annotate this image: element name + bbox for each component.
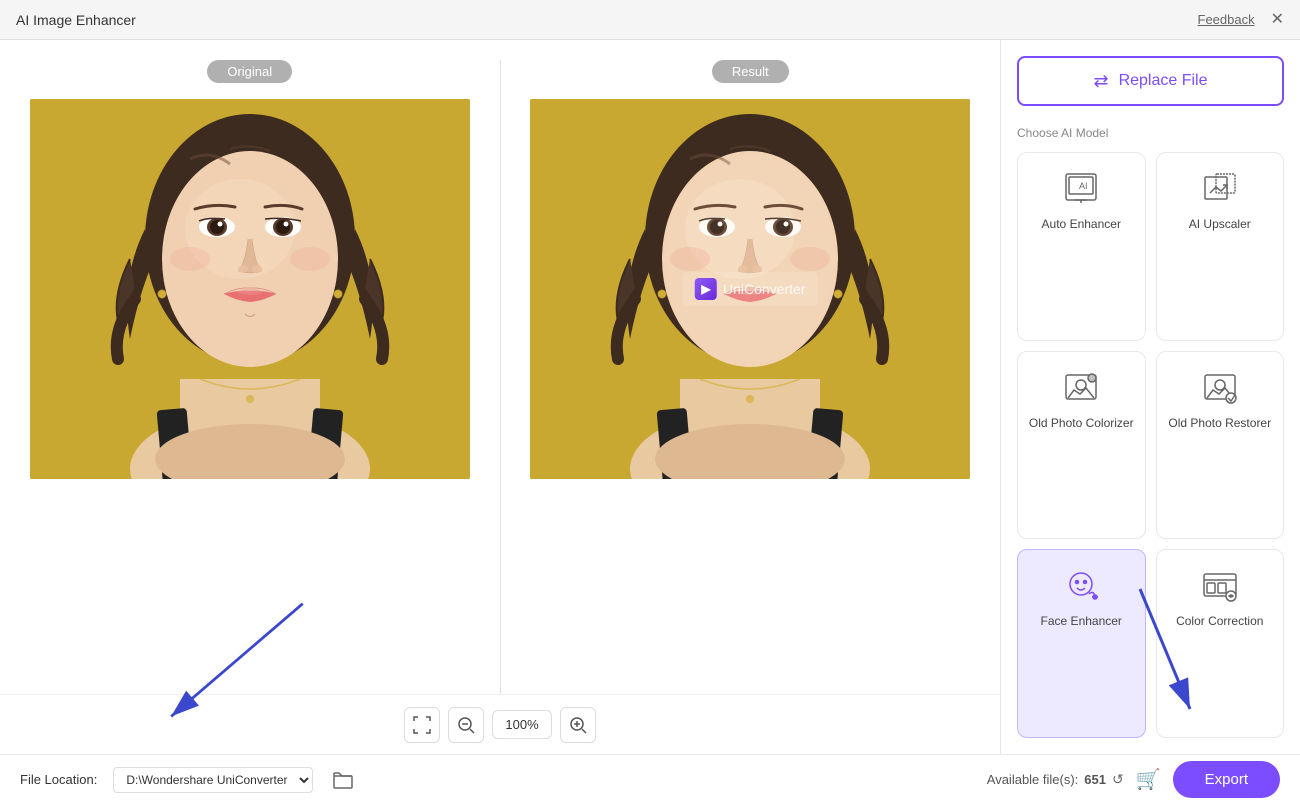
watermark-text: UniConverter xyxy=(723,281,805,297)
replace-icon: ⇄ xyxy=(1093,71,1108,92)
model-card-old-photo-restorer[interactable]: Old Photo Restorer xyxy=(1156,351,1285,540)
open-folder-button[interactable] xyxy=(329,766,357,794)
export-button[interactable]: Export xyxy=(1173,761,1280,798)
ai-upscaler-icon xyxy=(1200,169,1240,209)
main-content: Original xyxy=(0,40,1300,754)
image-panel: Original xyxy=(0,40,1000,754)
available-files-label: Available file(s): xyxy=(987,772,1079,787)
result-photo: ▶ UniConverter xyxy=(530,99,970,479)
zoom-level: 100% xyxy=(492,710,552,739)
original-side: Original xyxy=(0,40,500,694)
zoom-out-button[interactable] xyxy=(448,707,484,743)
svg-text:AI: AI xyxy=(1079,181,1088,191)
replace-file-button[interactable]: ⇄ Replace File xyxy=(1017,56,1284,106)
old-photo-colorizer-label: Old Photo Colorizer xyxy=(1029,416,1134,432)
result-photo-container: ▶ UniConverter xyxy=(530,99,970,479)
auto-enhancer-icon: AI xyxy=(1061,169,1101,209)
fit-screen-button[interactable] xyxy=(404,707,440,743)
model-card-ai-upscaler[interactable]: AI Upscaler xyxy=(1156,152,1285,341)
app-title: AI Image Enhancer xyxy=(16,12,136,28)
choose-model-label: Choose AI Model xyxy=(1017,126,1284,140)
close-button[interactable]: ✕ xyxy=(1271,12,1284,28)
bottom-bar-right: Available file(s): 651 ↺ 🛒 Export xyxy=(987,761,1280,798)
old-photo-colorizer-icon xyxy=(1061,368,1101,408)
image-comparison-area: Original xyxy=(0,40,1000,694)
old-photo-restorer-icon xyxy=(1200,368,1240,408)
file-location-select[interactable]: D:\Wondershare UniConverter 1 xyxy=(113,767,313,793)
refresh-icon[interactable]: ↺ xyxy=(1112,771,1124,788)
original-photo-container xyxy=(30,99,470,479)
feedback-link[interactable]: Feedback xyxy=(1198,12,1255,27)
bottom-section: File Location: D:\Wondershare UniConvert… xyxy=(0,754,1300,804)
color-correction-icon xyxy=(1200,566,1240,606)
title-bar: AI Image Enhancer Feedback ✕ xyxy=(0,0,1300,40)
old-photo-restorer-label: Old Photo Restorer xyxy=(1168,416,1271,432)
bottom-bar: File Location: D:\Wondershare UniConvert… xyxy=(0,754,1300,804)
title-bar-right: Feedback ✕ xyxy=(1198,12,1285,28)
original-photo xyxy=(30,99,470,479)
watermark: ▶ UniConverter xyxy=(683,272,817,306)
zoom-toolbar: 100% xyxy=(0,694,1000,754)
model-card-auto-enhancer[interactable]: AI Auto Enhancer xyxy=(1017,152,1146,341)
model-card-face-enhancer[interactable]: Face Enhancer xyxy=(1017,549,1146,738)
result-side: Result xyxy=(501,40,1001,694)
cart-icon[interactable]: 🛒 xyxy=(1136,767,1161,792)
auto-enhancer-label: Auto Enhancer xyxy=(1042,217,1121,233)
watermark-icon: ▶ xyxy=(695,278,717,300)
available-files: Available file(s): 651 ↺ xyxy=(987,771,1124,788)
available-files-count: 651 xyxy=(1084,772,1106,787)
face-enhancer-icon xyxy=(1061,566,1101,606)
color-correction-label: Color Correction xyxy=(1176,614,1263,630)
model-card-old-photo-colorizer[interactable]: Old Photo Colorizer xyxy=(1017,351,1146,540)
ai-upscaler-label: AI Upscaler xyxy=(1189,217,1251,233)
title-bar-left: AI Image Enhancer xyxy=(16,12,136,28)
result-label: Result xyxy=(712,60,789,83)
face-enhancer-label: Face Enhancer xyxy=(1041,614,1122,630)
replace-file-label: Replace File xyxy=(1119,72,1208,90)
zoom-in-button[interactable] xyxy=(560,707,596,743)
model-card-color-correction[interactable]: Color Correction xyxy=(1156,549,1285,738)
original-label: Original xyxy=(207,60,292,83)
right-panel: ⇄ Replace File Choose AI Model AI xyxy=(1000,40,1300,754)
file-location-label: File Location: xyxy=(20,772,97,787)
model-grid: AI Auto Enhancer xyxy=(1017,152,1284,738)
